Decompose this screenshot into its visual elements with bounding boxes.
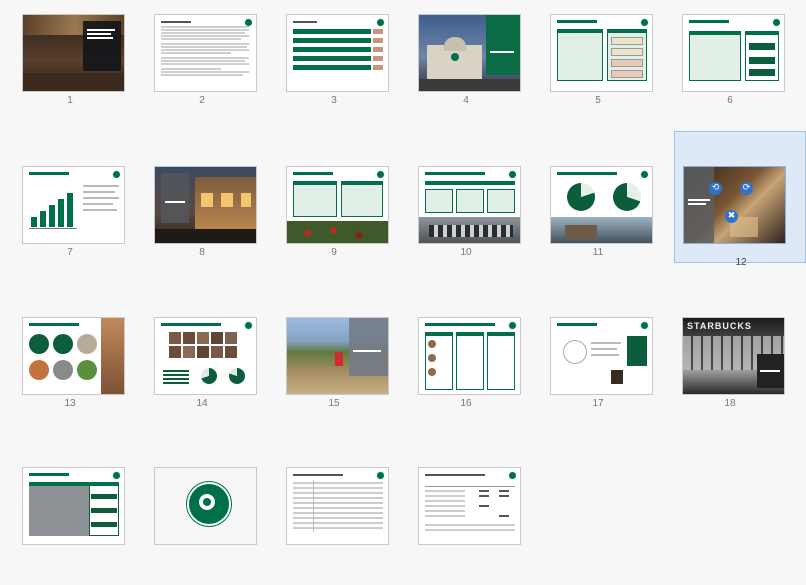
slide-thumbnail-21[interactable]: 21 bbox=[268, 453, 400, 585]
slide-thumbnail-9[interactable]: 9 bbox=[268, 152, 400, 284]
slide-preview bbox=[22, 14, 125, 92]
slide-number: 15 bbox=[328, 398, 340, 409]
slide-preview bbox=[418, 317, 521, 395]
trash-icon[interactable]: ✖ bbox=[725, 210, 738, 223]
slide-thumbnail-8[interactable]: 8 bbox=[136, 152, 268, 284]
rotate-right-icon[interactable]: ⟳ bbox=[740, 182, 753, 195]
slide-number: 14 bbox=[196, 398, 208, 409]
slide-number: 1 bbox=[67, 95, 73, 106]
slide-preview bbox=[22, 467, 125, 545]
slide-number: 18 bbox=[724, 398, 736, 409]
slide-preview bbox=[286, 467, 389, 545]
slide-thumbnail-7[interactable]: 7 bbox=[4, 152, 136, 284]
slide-thumbnail-1[interactable]: 1 bbox=[4, 0, 136, 132]
slide-sorter-grid: 1 2 3 4 5 6 7 8 9 10 11 ⟲ ⟳ ✖ 12 13 14 1… bbox=[0, 0, 806, 565]
slide-number: 5 bbox=[595, 95, 601, 106]
slide-preview bbox=[683, 166, 786, 244]
slide-thumbnail-4[interactable]: 4 bbox=[400, 0, 532, 132]
slide-thumbnail-10[interactable]: 10 bbox=[400, 152, 532, 284]
slide-preview bbox=[154, 467, 257, 545]
slide-preview bbox=[286, 166, 389, 244]
slide-thumbnail-13[interactable]: 13 bbox=[4, 303, 136, 435]
slide-preview bbox=[154, 14, 257, 92]
slide-thumbnail-12[interactable]: ⟲ ⟳ ✖ 12 bbox=[674, 131, 806, 268]
slide-number: 3 bbox=[331, 95, 337, 106]
rotate-left-icon[interactable]: ⟲ bbox=[709, 182, 722, 195]
slide-preview bbox=[682, 14, 785, 92]
slide-preview bbox=[22, 166, 125, 244]
slide-thumbnail-5[interactable]: 5 bbox=[532, 0, 664, 132]
slide-preview bbox=[550, 14, 653, 92]
slide-number: 9 bbox=[331, 247, 337, 258]
slide-thumbnail-2[interactable]: 2 bbox=[136, 0, 268, 132]
slide-number: 12 bbox=[735, 257, 747, 268]
slide-thumbnail-15[interactable]: 15 bbox=[268, 303, 400, 435]
slide-thumbnail-22[interactable]: 22 bbox=[400, 453, 532, 585]
slide-number: 10 bbox=[460, 247, 472, 258]
slide-preview bbox=[286, 14, 389, 92]
storefront-sign: STARBUCKS bbox=[687, 321, 752, 331]
slide-thumbnail-16[interactable]: 16 bbox=[400, 303, 532, 435]
slide-number: 2 bbox=[199, 95, 205, 106]
slide-number: 13 bbox=[64, 398, 76, 409]
slide-number: 11 bbox=[592, 247, 604, 258]
slide-thumbnail-11[interactable]: 11 bbox=[532, 152, 664, 284]
slide-preview bbox=[418, 14, 521, 92]
slide-thumbnail-14[interactable]: 14 bbox=[136, 303, 268, 435]
slide-thumbnail-6[interactable]: 6 bbox=[664, 0, 796, 132]
slide-preview bbox=[550, 317, 653, 395]
slide-thumbnail-17[interactable]: 17 bbox=[532, 303, 664, 435]
slide-thumbnail-19[interactable]: 19 bbox=[4, 453, 136, 585]
slide-number: 7 bbox=[67, 247, 73, 258]
slide-number: 6 bbox=[727, 95, 733, 106]
slide-number: 8 bbox=[199, 247, 205, 258]
slide-thumbnail-3[interactable]: 3 bbox=[268, 0, 400, 132]
slide-thumbnail-20[interactable]: 20 bbox=[136, 453, 268, 585]
slide-thumbnail-18[interactable]: STARBUCKS 18 bbox=[664, 303, 796, 435]
slide-number: 17 bbox=[592, 398, 604, 409]
slide-preview bbox=[22, 317, 125, 395]
slide-preview bbox=[550, 166, 653, 244]
slide-number: 4 bbox=[463, 95, 469, 106]
slide-preview bbox=[418, 166, 521, 244]
slide-preview bbox=[286, 317, 389, 395]
slide-preview bbox=[154, 317, 257, 395]
slide-preview bbox=[154, 166, 257, 244]
slide-preview: STARBUCKS bbox=[682, 317, 785, 395]
slide-number: 16 bbox=[460, 398, 472, 409]
slide-preview bbox=[418, 467, 521, 545]
